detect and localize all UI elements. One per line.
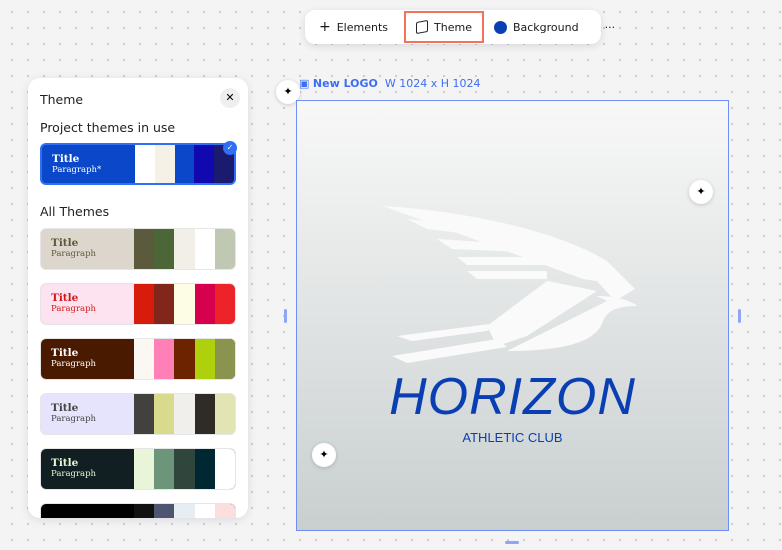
color-swatch xyxy=(154,229,175,269)
resize-handle-right[interactable] xyxy=(738,309,741,323)
color-swatch xyxy=(154,284,175,324)
color-swatch xyxy=(174,449,195,489)
logo-canvas[interactable]: HORIZON ATHLETIC CLUB ✦ ✦ xyxy=(296,100,729,531)
color-swatch xyxy=(194,394,215,434)
theme-paragraph-sample: Paragraph* xyxy=(52,165,102,175)
color-swatch xyxy=(214,449,235,489)
color-swatch xyxy=(154,394,175,434)
theme-paragraph-sample: Paragraph xyxy=(51,414,97,424)
bird-logo-icon xyxy=(383,206,637,363)
color-swatch xyxy=(194,339,215,379)
color-swatch xyxy=(154,504,175,518)
color-swatch xyxy=(135,145,155,183)
color-swatch xyxy=(154,449,175,489)
color-swatch xyxy=(134,339,155,379)
theme-panel: Theme ✕ Project themes in use Title Parag… xyxy=(28,78,248,518)
theme-title-sample: Title xyxy=(51,347,79,359)
theme-card[interactable]: Title Paragraph xyxy=(40,338,236,380)
theme-label: Theme xyxy=(434,20,472,34)
background-button[interactable]: Background xyxy=(484,14,589,40)
elements-label: Elements xyxy=(336,20,389,34)
background-label: Background xyxy=(512,20,579,34)
color-swatch xyxy=(174,504,195,518)
color-swatch xyxy=(134,504,155,518)
theme-title-sample: Title xyxy=(51,457,79,469)
all-themes-heading: All Themes xyxy=(40,204,110,219)
theme-card[interactable] xyxy=(40,503,236,518)
theme-paragraph-sample: Paragraph xyxy=(51,304,97,314)
theme-icon xyxy=(416,19,429,35)
theme-card[interactable]: Title Paragraph xyxy=(40,283,236,325)
color-swatch xyxy=(134,394,155,434)
canvas-size: W 1024 x H 1024 xyxy=(384,77,481,90)
brand-name: HORIZON xyxy=(389,368,636,426)
color-swatch xyxy=(174,339,195,379)
color-swatch xyxy=(134,229,155,269)
panel-title: Theme xyxy=(40,92,84,107)
ai-sparkle-icon[interactable]: ✦ xyxy=(689,180,713,204)
background-color-icon xyxy=(493,20,507,34)
canvas-label: ▣ New LOGO W 1024 x H 1024 xyxy=(299,77,481,90)
color-swatch xyxy=(194,284,215,324)
resize-handle-bottom[interactable] xyxy=(505,541,519,544)
theme-title-sample: Title xyxy=(52,153,80,165)
color-swatch xyxy=(194,449,215,489)
color-swatch xyxy=(214,394,235,434)
current-theme-card[interactable]: Title Paragraph* xyxy=(40,143,236,185)
color-swatch xyxy=(174,284,195,324)
color-swatch xyxy=(134,284,155,324)
theme-preview-text: Title Paragraph xyxy=(41,339,134,379)
theme-preview-text xyxy=(41,504,134,518)
plus-icon: + xyxy=(319,19,331,35)
top-toolbar: + Elements Theme Background ··· xyxy=(305,10,615,44)
resize-handle-left[interactable] xyxy=(284,309,287,323)
color-swatch xyxy=(214,284,235,324)
color-swatch xyxy=(214,339,235,379)
more-icon: ··· xyxy=(604,20,616,34)
check-icon: ✓ xyxy=(223,141,237,155)
theme-preview-text: Title Paragraph* xyxy=(42,145,135,183)
color-swatch xyxy=(214,229,235,269)
theme-preview-text: Title Paragraph xyxy=(41,229,134,269)
theme-card[interactable]: Title Paragraph xyxy=(40,448,236,490)
theme-preview-text: Title Paragraph xyxy=(41,284,134,324)
theme-card[interactable]: Title Paragraph xyxy=(40,228,236,270)
brand-tagline: ATHLETIC CLUB xyxy=(462,430,563,445)
theme-paragraph-sample: Paragraph xyxy=(51,469,97,479)
color-swatch xyxy=(134,449,155,489)
color-swatch xyxy=(174,145,195,183)
ai-sparkle-icon[interactable]: ✦ xyxy=(312,443,336,467)
in-use-heading: Project themes in use xyxy=(40,120,176,135)
theme-preview-text: Title Paragraph xyxy=(41,394,134,434)
more-button[interactable]: ··· xyxy=(595,14,626,40)
image-icon: ▣ xyxy=(299,77,310,90)
color-swatch xyxy=(194,504,215,518)
theme-paragraph-sample: Paragraph xyxy=(51,249,97,259)
theme-title-sample: Title xyxy=(51,292,79,304)
color-swatch xyxy=(154,145,175,183)
theme-card[interactable]: Title Paragraph xyxy=(40,393,236,435)
theme-preview-text: Title Paragraph xyxy=(41,449,134,489)
theme-button[interactable]: Theme xyxy=(404,11,484,43)
theme-title-sample: Title xyxy=(51,402,79,414)
color-swatch xyxy=(194,229,215,269)
color-swatch xyxy=(154,339,175,379)
color-swatch xyxy=(214,504,235,518)
color-swatch xyxy=(174,394,195,434)
close-icon[interactable]: ✕ xyxy=(220,88,240,108)
color-swatch xyxy=(194,145,215,183)
theme-title-sample: Title xyxy=(51,237,79,249)
canvas-name: New LOGO xyxy=(312,77,378,90)
add-elements-button[interactable]: + Elements xyxy=(309,14,398,40)
color-swatch xyxy=(174,229,195,269)
theme-paragraph-sample: Paragraph xyxy=(51,359,97,369)
